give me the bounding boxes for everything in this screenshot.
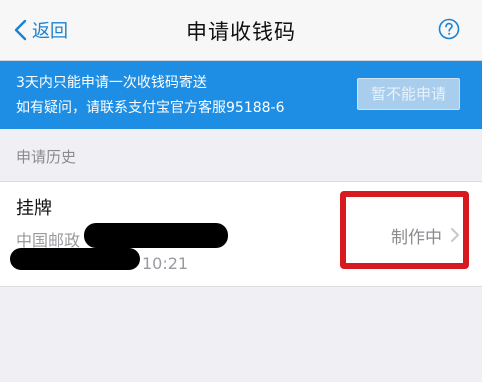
- redaction-mark: [84, 223, 228, 248]
- item-time-value: 10:21: [142, 254, 189, 273]
- status-highlight-box: [340, 191, 469, 269]
- item-title: 挂牌: [16, 198, 52, 219]
- apply-button-disabled[interactable]: 暂不能申请: [357, 78, 460, 110]
- page-title: 申请收钱码: [186, 20, 296, 44]
- nav-bar: 返回 申请收钱码: [0, 0, 482, 61]
- question-circle-icon[interactable]: [438, 18, 460, 40]
- section-header-history: 申请历史: [16, 148, 77, 166]
- notice-text-limit: 3天内只能申请一次收钱码寄送: [16, 75, 207, 91]
- notice-text-support: 如有疑问，请联系支付宝官方客服95188-6: [16, 100, 285, 116]
- notice-banner: 3天内只能申请一次收钱码寄送 如有疑问，请联系支付宝官方客服95188-6 暂不…: [0, 61, 482, 129]
- redaction-mark: [10, 248, 140, 270]
